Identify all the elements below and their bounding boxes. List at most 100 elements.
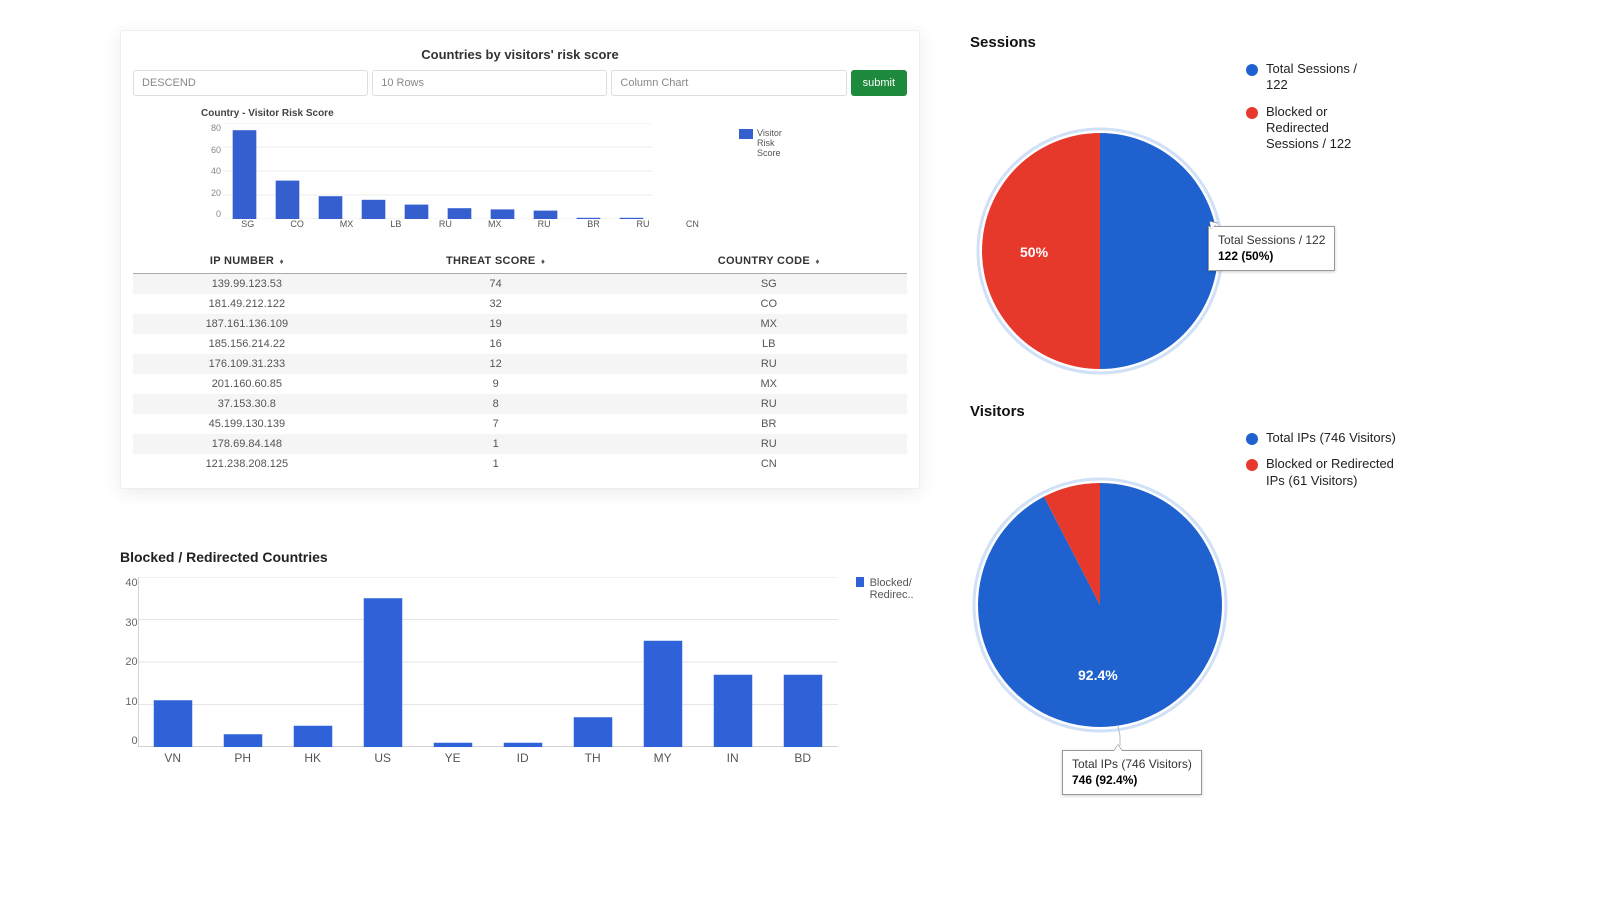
legend-total-label: Total IPs (746 Visitors)	[1266, 430, 1406, 446]
dot-icon	[1246, 459, 1258, 471]
col-cc[interactable]: COUNTRY CODE ♦	[631, 249, 907, 274]
dot-icon	[1246, 433, 1258, 445]
tooltip-title: Total Sessions / 122	[1218, 233, 1325, 247]
legend-blocked-label: Blocked or Redirected IPs (61 Visitors)	[1266, 456, 1406, 489]
mini-chart-title: Country - Visitor Risk Score	[201, 108, 897, 119]
cell-cc: BR	[631, 414, 907, 434]
table-row[interactable]: 45.199.130.1397BR	[133, 414, 907, 434]
rows-select[interactable]: 10 Rows	[372, 70, 607, 96]
cell-cc: MX	[631, 374, 907, 394]
col-ip[interactable]: IP NUMBER ♦	[133, 249, 361, 274]
mini-x-axis: SGCOMXLBRUMXRUBRRUCN	[223, 219, 717, 233]
legend-item-blocked[interactable]: Blocked or Redirected Sessions / 122	[1246, 104, 1376, 153]
col-score-label: THREAT SCORE	[446, 255, 536, 267]
submit-button[interactable]: submit	[851, 70, 907, 96]
svg-text:92.4%: 92.4%	[1078, 667, 1118, 683]
cell-score: 1	[361, 454, 631, 474]
chart-type-select[interactable]: Column Chart	[611, 70, 846, 96]
cell-score: 12	[361, 354, 631, 374]
cell-cc: CN	[631, 454, 907, 474]
blocked-y-axis: 403020100	[120, 577, 138, 747]
risk-table-header-row: IP NUMBER ♦ THREAT SCORE ♦ COUNTRY CODE …	[133, 249, 907, 274]
cell-ip: 187.161.136.109	[133, 314, 361, 334]
sessions-tooltip: Total Sessions / 122 122 (50%)	[1208, 226, 1335, 271]
tooltip-value: 122 (50%)	[1218, 248, 1325, 264]
cell-score: 32	[361, 294, 631, 314]
blocked-x-axis: VNPHHKUSYEIDTHMYINBD	[138, 751, 838, 765]
sessions-pie-block: 50% Total Sessions / 122 Blocked or Redi…	[970, 61, 1440, 391]
risk-mini-chart: Country - Visitor Risk Score 806040200 S…	[133, 96, 907, 239]
table-row[interactable]: 201.160.60.859MX	[133, 374, 907, 394]
legend-swatch-blue	[739, 129, 753, 139]
cell-score: 1	[361, 434, 631, 454]
card-title: Countries by visitors' risk score	[133, 41, 907, 70]
cell-score: 7	[361, 414, 631, 434]
visitors-pie: 92.4%	[970, 430, 1230, 760]
risk-table: IP NUMBER ♦ THREAT SCORE ♦ COUNTRY CODE …	[133, 249, 907, 474]
cell-cc: CO	[631, 294, 907, 314]
visitors-tooltip: Total IPs (746 Visitors) 746 (92.4%)	[1062, 750, 1202, 795]
blocked-chart-legend: Blocked/ Redirec..	[856, 577, 920, 765]
cell-cc: RU	[631, 434, 907, 454]
legend-item-total[interactable]: Total Sessions / 122	[1246, 61, 1376, 94]
sort-icon: ♦	[815, 257, 819, 266]
blocked-countries-chart: Blocked / Redirected Countries 403020100…	[120, 549, 920, 765]
col-score[interactable]: THREAT SCORE ♦	[361, 249, 631, 274]
legend-blocked-label: Blocked or Redirected Sessions / 122	[1266, 104, 1376, 153]
tooltip-pointer-inner	[1114, 745, 1122, 751]
table-row[interactable]: 176.109.31.23312RU	[133, 354, 907, 374]
sort-select[interactable]: DESCEND	[133, 70, 368, 96]
tooltip-title: Total IPs (746 Visitors)	[1072, 757, 1192, 771]
mini-chart-legend: Visitor Risk Score	[739, 129, 797, 159]
svg-text:50%: 50%	[1020, 244, 1049, 260]
table-row[interactable]: 37.153.30.88RU	[133, 394, 907, 414]
cell-ip: 45.199.130.139	[133, 414, 361, 434]
mini-chart-svg	[223, 123, 653, 219]
table-row[interactable]: 185.156.214.2216LB	[133, 334, 907, 354]
cell-score: 8	[361, 394, 631, 414]
col-cc-label: COUNTRY CODE	[718, 255, 810, 267]
cell-ip: 139.99.123.53	[133, 274, 361, 295]
visitors-pie-block: 92.4% Total IPs (746 Visitors) Blocked o…	[970, 430, 1440, 810]
cell-ip: 201.160.60.85	[133, 374, 361, 394]
visitors-legend: Total IPs (746 Visitors) Blocked or Redi…	[1246, 430, 1406, 499]
sort-icon: ♦	[541, 257, 545, 266]
dot-icon	[1246, 107, 1258, 119]
mini-y-axis: 806040200	[195, 123, 221, 219]
mini-legend-label: Visitor Risk Score	[757, 129, 797, 159]
cell-cc: MX	[631, 314, 907, 334]
cell-ip: 176.109.31.233	[133, 354, 361, 374]
legend-swatch-blue	[856, 577, 864, 587]
cell-score: 74	[361, 274, 631, 295]
legend-item-blocked[interactable]: Blocked or Redirected IPs (61 Visitors)	[1246, 456, 1406, 489]
cell-score: 16	[361, 334, 631, 354]
cell-score: 19	[361, 314, 631, 334]
card-controls: DESCEND 10 Rows Column Chart submit	[133, 70, 907, 96]
sessions-title: Sessions	[970, 34, 1440, 51]
legend-item-total[interactable]: Total IPs (746 Visitors)	[1246, 430, 1406, 446]
blocked-legend-label: Blocked/ Redirec..	[870, 577, 920, 601]
table-row[interactable]: 139.99.123.5374SG	[133, 274, 907, 295]
cell-cc: LB	[631, 334, 907, 354]
visitors-title: Visitors	[970, 403, 1440, 420]
sort-icon: ♦	[279, 257, 283, 266]
sessions-pie: 50%	[970, 61, 1230, 381]
cell-ip: 37.153.30.8	[133, 394, 361, 414]
dot-icon	[1246, 64, 1258, 76]
cell-cc: RU	[631, 394, 907, 414]
cell-ip: 178.69.84.148	[133, 434, 361, 454]
table-row[interactable]: 181.49.212.12232CO	[133, 294, 907, 314]
table-row[interactable]: 178.69.84.1481RU	[133, 434, 907, 454]
col-ip-label: IP NUMBER	[210, 255, 274, 267]
table-row[interactable]: 121.238.208.1251CN	[133, 454, 907, 474]
legend-total-label: Total Sessions / 122	[1266, 61, 1376, 94]
blocked-chart-svg	[138, 577, 838, 747]
cell-ip: 185.156.214.22	[133, 334, 361, 354]
table-row[interactable]: 187.161.136.10919MX	[133, 314, 907, 334]
blocked-chart-title: Blocked / Redirected Countries	[120, 549, 920, 565]
tooltip-value: 746 (92.4%)	[1072, 772, 1192, 788]
cell-ip: 121.238.208.125	[133, 454, 361, 474]
cell-cc: SG	[631, 274, 907, 295]
cell-ip: 181.49.212.122	[133, 294, 361, 314]
cell-score: 9	[361, 374, 631, 394]
